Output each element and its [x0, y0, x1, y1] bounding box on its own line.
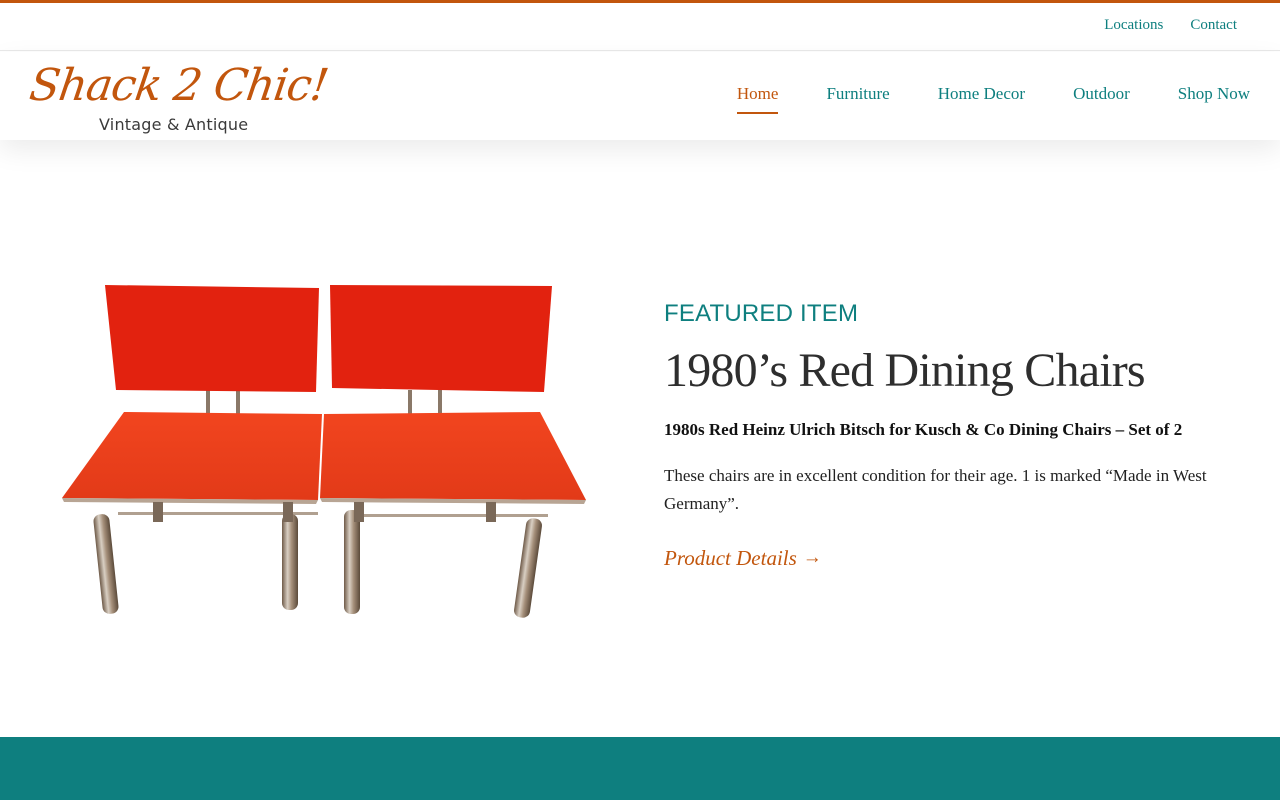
- logo-script-text: Shack 2 Chic!: [26, 60, 331, 111]
- chair-left: [62, 285, 322, 614]
- product-details-link[interactable]: Product Details →: [664, 546, 822, 571]
- nav-item-home[interactable]: Home: [736, 84, 778, 114]
- nav-item-outdoor[interactable]: Outdoor: [1073, 84, 1130, 114]
- logo-subtitle: Vintage & Antique: [99, 115, 249, 134]
- utility-links: Locations Contact: [1104, 17, 1237, 34]
- product-details-label: Product Details: [664, 545, 797, 570]
- nav-item-home-decor[interactable]: Home Decor: [938, 84, 1025, 114]
- main-header: Shack 2 Chic! Vintage & Antique Home Fur…: [0, 52, 1280, 140]
- nav-item-furniture[interactable]: Furniture: [826, 84, 889, 114]
- locations-link[interactable]: Locations: [1104, 17, 1163, 34]
- featured-eyebrow: FEATURED ITEM: [664, 300, 859, 327]
- product-image-red-chairs: [62, 285, 586, 618]
- featured-subtitle: 1980s Red Heinz Ulrich Bitsch for Kusch …: [664, 419, 1183, 439]
- featured-description: These chairs are in excellent condition …: [664, 465, 1207, 513]
- featured-title: 1980’s Red Dining Chairs: [664, 344, 1146, 397]
- site-logo[interactable]: Shack 2 Chic! Vintage & Antique: [26, 60, 333, 134]
- utility-bar: Locations Contact: [0, 3, 1280, 51]
- featured-item-section: FEATURED ITEM 1980’s Red Dining Chairs 1…: [664, 300, 1244, 571]
- main-nav: Home Furniture Home Decor Outdoor Shop N…: [736, 84, 1250, 114]
- chair-right: [320, 285, 586, 618]
- nav-item-shop-now[interactable]: Shop Now: [1178, 84, 1250, 114]
- footer-band: [0, 737, 1280, 800]
- contact-link[interactable]: Contact: [1190, 17, 1237, 34]
- arrow-right-icon: →: [802, 547, 822, 569]
